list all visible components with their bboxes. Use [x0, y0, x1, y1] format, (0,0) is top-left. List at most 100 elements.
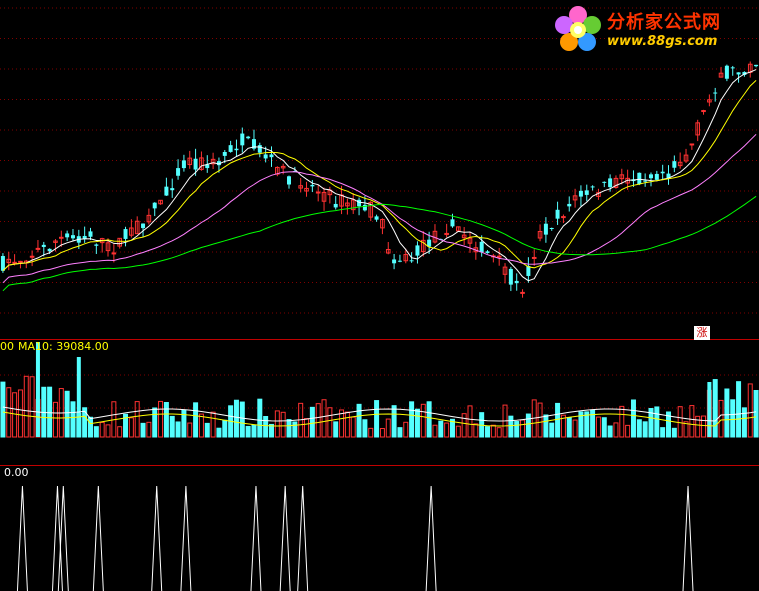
indicator-spike — [180, 485, 192, 591]
volume-bar — [747, 383, 753, 438]
volume-bar — [169, 415, 175, 438]
indicator-spike — [425, 485, 437, 591]
candle-body-down — [257, 145, 262, 153]
candle-body-down — [754, 64, 759, 67]
volume-bar — [82, 407, 88, 438]
volume-bar — [309, 406, 315, 438]
candle-body-down — [246, 136, 251, 139]
candle-body-down — [0, 256, 5, 271]
candle-body-down — [228, 145, 233, 152]
volume-bar — [508, 415, 514, 438]
flower-logo-icon — [555, 6, 601, 51]
candle-body-down — [730, 67, 735, 69]
volume-bar — [514, 421, 520, 438]
indicator-spike — [682, 485, 694, 591]
candle-body-down — [193, 158, 198, 170]
candle-body-down — [713, 92, 718, 94]
candle-body-down — [724, 65, 729, 79]
candle-body-down — [164, 186, 169, 196]
candle-body-down — [543, 223, 548, 235]
volume-bar — [671, 427, 677, 438]
candle-body-down — [170, 188, 175, 191]
volume-bar — [64, 390, 70, 438]
volume-bar — [210, 411, 216, 438]
candle-body-down — [41, 244, 46, 247]
candle-body-up — [59, 236, 64, 239]
volume-bar — [426, 401, 432, 438]
volume-bar — [636, 419, 642, 438]
volume-bar — [374, 400, 380, 438]
volume-bar — [245, 425, 251, 438]
volume-bar — [741, 407, 747, 438]
volume-bar — [613, 422, 619, 438]
volume-bar — [467, 405, 473, 438]
indicator-spike — [92, 485, 104, 591]
volume-bar — [152, 407, 158, 438]
volume-bar — [438, 420, 444, 438]
volume-bar — [356, 403, 362, 438]
volume-bar — [630, 399, 636, 438]
candle-body-down — [508, 268, 513, 285]
candle-body-down — [485, 251, 490, 254]
volume-bar — [23, 375, 29, 438]
indicator-spike — [297, 485, 309, 591]
candle-body-down — [70, 235, 75, 239]
logo-url: www.88gs.com — [607, 34, 718, 49]
volume-bar — [140, 422, 146, 438]
volume-spike-bar — [76, 357, 81, 437]
candle-body-up — [496, 255, 502, 258]
candle-body-down — [415, 245, 420, 256]
candle-body-down — [310, 184, 315, 187]
volume-bar — [455, 425, 461, 438]
candle-body-down — [88, 231, 93, 237]
candle-body-down — [374, 216, 379, 220]
rise-badge: 涨 — [694, 326, 710, 340]
candle-body-down — [123, 229, 128, 239]
volume-bar — [391, 405, 397, 438]
ma10-line — [2, 80, 757, 272]
volume-bar — [432, 424, 438, 438]
volume-bar — [654, 406, 660, 438]
candle-body-down — [450, 219, 455, 227]
candle-body-down — [287, 176, 292, 185]
candle-body-up — [29, 255, 35, 258]
volume-bar — [718, 399, 724, 438]
candle-body-down — [240, 133, 245, 146]
volume-bar — [239, 401, 245, 438]
candle-body-down — [397, 260, 402, 262]
volume-bar — [549, 422, 555, 438]
volume-bar — [0, 381, 6, 438]
volume-bar — [677, 406, 683, 438]
volume-bar — [525, 413, 531, 438]
candle-body-down — [333, 203, 338, 208]
candle-body-down — [263, 154, 268, 159]
volume-bar — [444, 422, 450, 438]
candle-body-down — [181, 160, 186, 169]
volume-bar — [17, 389, 23, 438]
candle-body-down — [602, 181, 607, 183]
candle-body-up — [701, 110, 706, 113]
volume-bar — [251, 424, 257, 438]
volume-bar — [29, 376, 35, 438]
volume-bar — [216, 427, 222, 438]
volume-bar — [304, 418, 310, 438]
volume-bar — [292, 421, 298, 438]
volume-bar — [730, 399, 736, 438]
volume-spike-bar — [35, 342, 40, 437]
candle-body-down — [222, 152, 227, 156]
volume-bar — [724, 388, 730, 438]
indicator-spike — [151, 485, 163, 591]
candle-body-down — [65, 233, 70, 238]
volume-bar — [286, 419, 292, 438]
volume-bar — [128, 417, 134, 438]
indicator-spike — [250, 485, 262, 591]
volume-bar — [555, 402, 561, 438]
candle-body-up — [18, 260, 23, 263]
candle-body-down — [654, 173, 659, 180]
volume-bar — [87, 416, 93, 438]
volume-bar — [70, 401, 76, 438]
volume-bar — [619, 405, 625, 438]
candle-body-up — [12, 261, 17, 264]
volume-bar — [485, 426, 491, 438]
candle-body-down — [660, 171, 665, 174]
